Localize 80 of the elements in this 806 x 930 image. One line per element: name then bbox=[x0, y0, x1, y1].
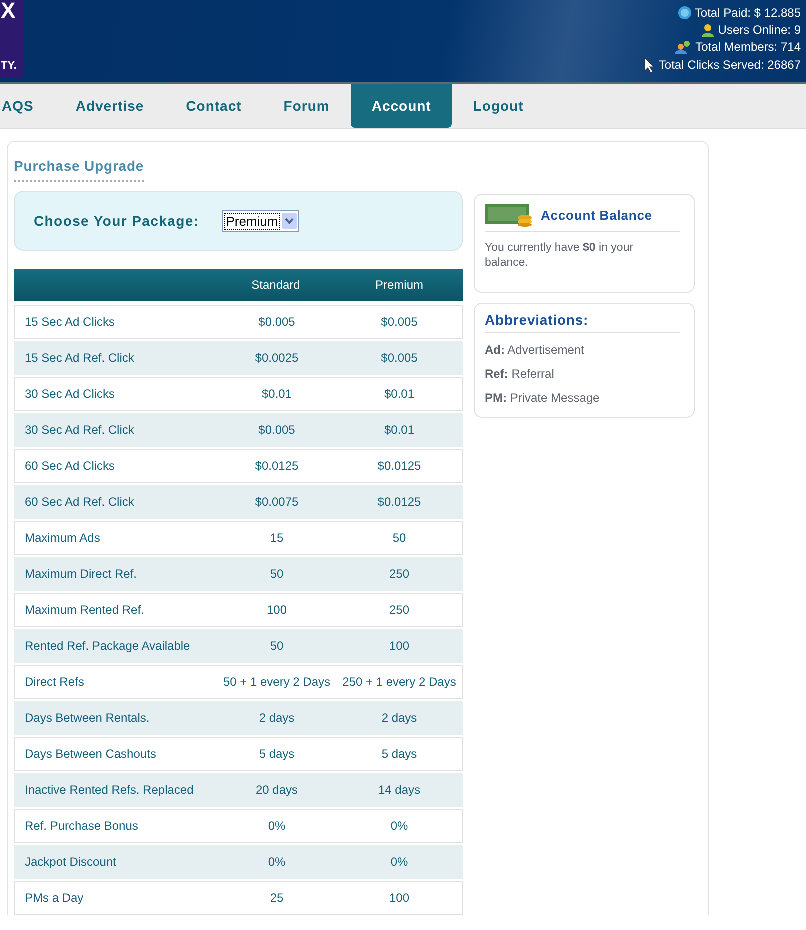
table-cell-text: 100 bbox=[388, 639, 411, 653]
table-cell-text: 20 days bbox=[254, 783, 300, 797]
table-cell-text: 100 bbox=[388, 891, 411, 905]
table-cell-text: 0% bbox=[267, 855, 287, 869]
table-cell-text: 0% bbox=[390, 855, 410, 869]
nav-tab[interactable]: Contact bbox=[165, 84, 263, 128]
table-cell-text: Inactive Rented Refs. Replaced bbox=[24, 783, 195, 797]
table-cell-text: 50 + 1 every 2 Days bbox=[222, 675, 332, 689]
table-cell-text: 25 bbox=[269, 891, 285, 905]
table-cell-text: 100 bbox=[266, 603, 288, 617]
table-cell-text: $0.01 bbox=[383, 423, 416, 437]
table-cell-text: 250 + 1 every 2 Days bbox=[342, 675, 458, 689]
abbreviation-text: Ad: Advertisement bbox=[485, 343, 586, 357]
caret-icon bbox=[282, 213, 298, 229]
column-header: Premium bbox=[374, 278, 424, 292]
package-select[interactable]: Premium bbox=[222, 210, 300, 232]
cursor-icon bbox=[644, 57, 656, 73]
table-cell-text: Rented Ref. Package Available bbox=[24, 639, 192, 653]
table-cell-text: Direct Refs bbox=[24, 675, 86, 689]
table-cell-text: 2 days bbox=[380, 711, 418, 725]
user-icon bbox=[701, 23, 716, 37]
table-cell-text: 60 Sec Ad Clicks bbox=[24, 459, 116, 473]
nav-tab[interactable]: AQS bbox=[0, 84, 55, 128]
table-cell-text: 2 days bbox=[258, 711, 296, 725]
logo-text: TY. bbox=[1, 61, 18, 72]
table-cell-text: $0.0125 bbox=[376, 495, 422, 509]
table-cell-text: 15 bbox=[269, 531, 285, 545]
nav-tab[interactable]: Forum bbox=[262, 84, 351, 128]
abbreviation-text: PM: Private Message bbox=[485, 391, 601, 405]
table-cell-text: 50 bbox=[269, 639, 285, 653]
table-cell-text: $0.005 bbox=[380, 315, 419, 329]
table-cell-text: PMs a Day bbox=[24, 891, 85, 905]
table-cell-text: 0% bbox=[390, 819, 410, 833]
table-cell-text: 30 Sec Ad Clicks bbox=[24, 387, 116, 401]
nav-tab[interactable]: Advertise bbox=[54, 84, 166, 128]
stat-text: Total Paid: $ 12.885 bbox=[694, 6, 801, 20]
table-cell-text: $0.01 bbox=[383, 387, 416, 401]
table-cell-text: $0.01 bbox=[260, 387, 294, 401]
table-cell-text: Jackpot Discount bbox=[24, 855, 118, 869]
table-cell-text: 250 bbox=[388, 567, 411, 581]
table-cell-text: 0% bbox=[267, 819, 287, 833]
table-cell-text: 30 Sec Ad Ref. Click bbox=[24, 423, 136, 437]
table-cell-text: $0.0075 bbox=[254, 495, 300, 509]
table-cell-text: $0.005 bbox=[380, 351, 419, 365]
table-cell-text: 50 bbox=[392, 531, 408, 545]
balance-text: You currently have $0 in your balance. bbox=[485, 241, 635, 271]
table-cell-text: Maximum Ads bbox=[24, 531, 102, 545]
package-label: Choose Your Package: bbox=[34, 213, 200, 229]
section-title: Purchase Upgrade bbox=[14, 158, 144, 182]
table-cell-text: 15 Sec Ad Clicks bbox=[24, 315, 116, 329]
users-icon bbox=[674, 40, 693, 54]
table-cell-text: 50 bbox=[269, 567, 285, 581]
table-cell-text: Maximum Rented Ref. bbox=[24, 603, 146, 617]
table-cell-text: Days Between Cashouts bbox=[24, 747, 158, 761]
table-cell-text: 5 days bbox=[380, 747, 418, 761]
nav-tab[interactable]: Logout bbox=[452, 84, 545, 128]
stat-text: Users Online: 9 bbox=[718, 23, 801, 37]
nav-tab[interactable]: Account bbox=[350, 84, 452, 128]
stat-text: Total Clicks Served: 26867 bbox=[658, 58, 801, 72]
table-cell-text: 15 Sec Ad Ref. Click bbox=[24, 351, 136, 365]
coin-icon bbox=[678, 6, 692, 20]
column-header: Standard bbox=[250, 278, 302, 292]
table-cell-text: 5 days bbox=[258, 747, 296, 761]
logo-text: X bbox=[1, 0, 17, 22]
stat-text: Total Members: 714 bbox=[696, 40, 801, 54]
table-cell-text: Ref. Purchase Bonus bbox=[24, 819, 140, 833]
table-cell-text: $0.0125 bbox=[254, 459, 300, 473]
table-cell-text: 60 Sec Ad Ref. Click bbox=[24, 495, 136, 509]
abbreviation-text: Ref: Referral bbox=[485, 367, 556, 381]
table-cell-text: $0.005 bbox=[258, 423, 296, 437]
table-cell-text: 250 bbox=[388, 603, 411, 617]
card-title: Account Balance bbox=[541, 208, 652, 222]
table-cell-text: $0.0025 bbox=[254, 351, 300, 365]
table-cell-text: $0.0125 bbox=[376, 459, 422, 473]
money-icon bbox=[485, 203, 533, 227]
table-cell-text: $0.005 bbox=[258, 315, 296, 329]
table-cell-text: Maximum Direct Ref. bbox=[24, 567, 138, 581]
table-cell-text: Days Between Rentals. bbox=[24, 711, 151, 725]
table-cell-text: 14 days bbox=[377, 783, 422, 797]
card-title: Abbreviations: bbox=[485, 312, 589, 328]
